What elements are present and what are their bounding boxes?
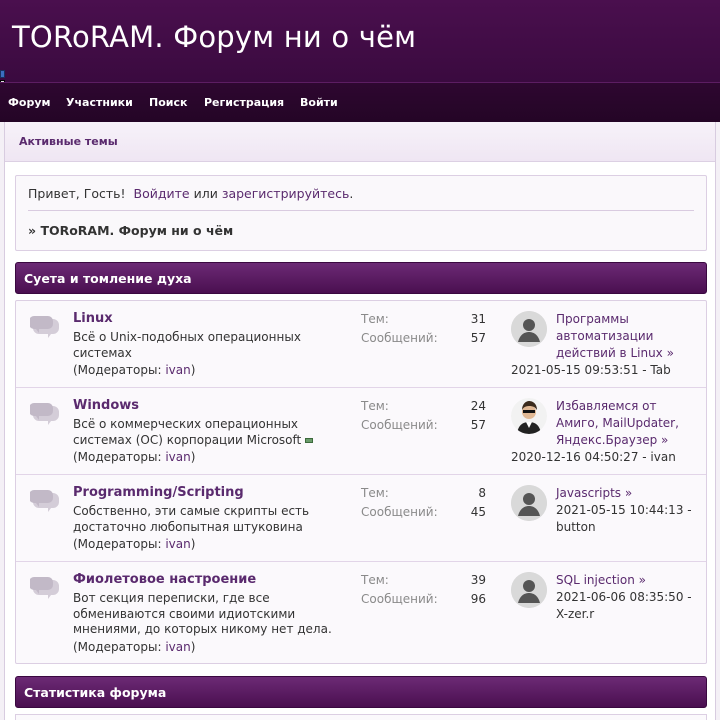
- avatar: [511, 572, 547, 608]
- moderator-link[interactable]: ivan: [165, 450, 190, 464]
- forum-list: Linux Всё о Unix-подобных операционных с…: [15, 300, 707, 664]
- forum-row-linux: Linux Всё о Unix-подобных операционных с…: [16, 301, 706, 388]
- welcome-period: .: [349, 186, 354, 201]
- posts-label: Сообщений:: [361, 505, 438, 519]
- forum-moderators: (Модераторы: ivan): [73, 640, 195, 654]
- forum-description-text: Всё о коммерческих операционных системах…: [73, 417, 302, 447]
- avatar: [511, 398, 547, 434]
- last-post-title: SQL injection »: [556, 572, 696, 589]
- breadcrumb-arrow: »: [28, 223, 37, 238]
- sub-navigation: Активные темы: [5, 122, 715, 162]
- greeting-text: Привет, Гость!: [28, 186, 126, 201]
- last-post-arrow[interactable]: »: [639, 573, 646, 587]
- last-post-title: Программы автоматизации действий в Linux…: [556, 311, 696, 362]
- left-edge-artifact: [0, 70, 5, 78]
- main-nav: Форум Участники Поиск Регистрация Войти: [0, 82, 720, 122]
- avatar: [511, 311, 547, 347]
- last-post-title: Избавляемся от Амиго, MailUpdater, Яндек…: [556, 398, 696, 449]
- or-text: или: [193, 186, 218, 201]
- site-title[interactable]: TORoRAM. Форум ни о чём: [12, 20, 416, 54]
- topics-count: 8: [478, 486, 486, 500]
- moderators-suffix: ): [190, 363, 196, 377]
- forum-bubble-icon: [29, 402, 62, 428]
- moderator-link[interactable]: ivan: [165, 363, 190, 377]
- forum-description: Всё о Unix-подобных операционных система…: [73, 330, 301, 360]
- last-post-meta: 2021-06-06 08:35:50 - X-zer.r: [556, 590, 692, 621]
- moderators-prefix: (Модераторы:: [73, 537, 162, 551]
- posts-label: Сообщений:: [361, 418, 438, 432]
- topics-label: Тем:: [361, 312, 389, 326]
- welcome-box: Привет, Гость! Войдите или зарегистрируй…: [15, 175, 707, 251]
- topics-count: 31: [470, 312, 486, 326]
- posts-count: 45: [470, 505, 486, 519]
- active-topics-link[interactable]: Активные темы: [19, 135, 118, 148]
- category-header: Суета и томление духа: [15, 262, 707, 294]
- forum-moderators: (Модераторы: ivan): [73, 363, 195, 377]
- posts-count: 57: [470, 331, 486, 345]
- nav-search[interactable]: Поиск: [149, 96, 187, 109]
- breadcrumb-home-link[interactable]: TORoRAM. Форум ни о чём: [40, 223, 233, 238]
- posts-count: 57: [470, 418, 486, 432]
- last-post-arrow[interactable]: »: [625, 486, 632, 500]
- posts-count: 96: [470, 592, 486, 606]
- forum-row-windows: Windows Всё о коммерческих операционных …: [16, 388, 706, 475]
- moderator-link[interactable]: ivan: [165, 640, 190, 654]
- last-post-title: Javascripts »: [556, 485, 696, 502]
- stats-box: [15, 714, 707, 720]
- last-post-meta: 2021-05-15 10:44:13 - button: [556, 503, 692, 534]
- forum-title[interactable]: Фиолетовое настроение: [73, 572, 256, 587]
- forum-bubble-icon: [29, 315, 62, 341]
- content-area: Активные темы Привет, Гость! Войдите или…: [4, 122, 716, 720]
- breadcrumb: » TORoRAM. Форум ни о чём: [28, 223, 233, 238]
- stats-title: Статистика форума: [24, 685, 167, 700]
- forum-title[interactable]: Programming/Scripting: [73, 485, 244, 500]
- forum-bubble-icon: [29, 489, 62, 515]
- forum-title[interactable]: Linux: [73, 311, 113, 326]
- moderators-suffix: ): [190, 537, 196, 551]
- site-header: TORoRAM. Форум ни о чём: [0, 0, 720, 82]
- avatar: [511, 485, 547, 521]
- last-post-arrow[interactable]: »: [667, 346, 674, 360]
- topics-label: Тем:: [361, 486, 389, 500]
- posts-label: Сообщений:: [361, 331, 438, 345]
- moderators-prefix: (Модераторы:: [73, 363, 162, 377]
- category-title[interactable]: Суета и томление духа: [24, 271, 192, 286]
- posts-label: Сообщений:: [361, 592, 438, 606]
- nav-forum[interactable]: Форум: [8, 96, 51, 109]
- forum-title[interactable]: Windows: [73, 398, 139, 413]
- moderators-suffix: ): [190, 640, 196, 654]
- last-post-link[interactable]: Программы автоматизации действий в Linux: [556, 312, 663, 360]
- last-post-meta: 2020-12-16 04:50:27 - ivan: [511, 450, 676, 464]
- nav-register[interactable]: Регистрация: [204, 96, 284, 109]
- topics-label: Тем:: [361, 573, 389, 587]
- last-post-link[interactable]: SQL injection: [556, 573, 635, 587]
- welcome-line: Привет, Гость! Войдите или зарегистрируй…: [28, 186, 353, 201]
- nav-members[interactable]: Участники: [66, 96, 133, 109]
- forum-row-purple-mood: Фиолетовое настроение Вот секция перепис…: [16, 562, 706, 663]
- forum-description: Всё о коммерческих операционных системах…: [73, 417, 343, 448]
- last-post-arrow[interactable]: »: [661, 433, 668, 447]
- divider: [28, 210, 694, 211]
- topics-count: 24: [470, 399, 486, 413]
- register-link[interactable]: зарегистрируйтесь: [222, 186, 350, 201]
- forum-description: Собственно, эти самые скрипты есть доста…: [73, 504, 310, 534]
- moderators-prefix: (Модераторы:: [73, 640, 162, 654]
- moderator-link[interactable]: ivan: [165, 537, 190, 551]
- new-posts-icon: [305, 437, 314, 443]
- topics-count: 39: [470, 573, 486, 587]
- forum-row-programming: Programming/Scripting Собственно, эти са…: [16, 475, 706, 562]
- nav-login[interactable]: Войти: [300, 96, 338, 109]
- forum-description: Вот секция переписки, где все обменивают…: [73, 591, 332, 636]
- forum-moderators: (Модераторы: ivan): [73, 450, 195, 464]
- moderators-prefix: (Модераторы:: [73, 450, 162, 464]
- last-post-meta: 2021-05-15 09:53:51 - Tab: [511, 363, 671, 377]
- last-post-link[interactable]: Javascripts: [556, 486, 621, 500]
- stats-header: Статистика форума: [15, 676, 707, 708]
- moderators-suffix: ): [190, 450, 196, 464]
- forum-moderators: (Модераторы: ivan): [73, 537, 195, 551]
- topics-label: Тем:: [361, 399, 389, 413]
- forum-bubble-icon: [29, 576, 62, 602]
- login-link[interactable]: Войдите: [134, 186, 190, 201]
